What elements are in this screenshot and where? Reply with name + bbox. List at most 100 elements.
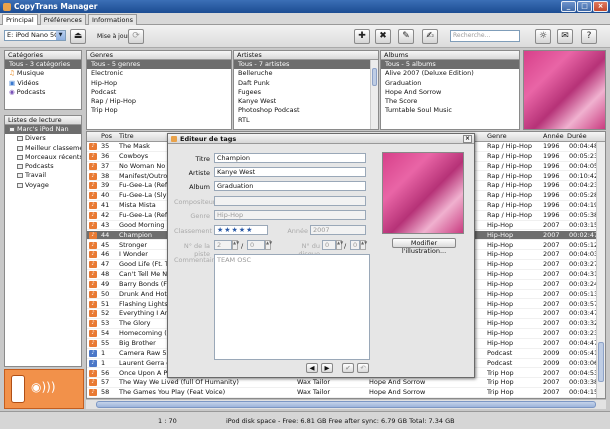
scroll-thumb[interactable] bbox=[598, 342, 604, 382]
notes-button[interactable]: ✍ bbox=[422, 29, 438, 44]
column-duration[interactable]: Durée bbox=[567, 132, 587, 141]
playlist-item[interactable]: Divers bbox=[5, 134, 81, 143]
track-number-field[interactable]: 2 bbox=[214, 240, 232, 250]
column-pos[interactable]: Pos bbox=[101, 132, 112, 141]
label-album: Album bbox=[189, 183, 210, 191]
composer-field[interactable] bbox=[214, 196, 366, 206]
category-all[interactable]: Tous - 3 catégories bbox=[5, 60, 81, 70]
eject-button[interactable]: ⏏ bbox=[70, 29, 86, 44]
track-total-stepper[interactable]: ▲▼ bbox=[265, 240, 272, 250]
track-year: 2007 bbox=[543, 378, 560, 387]
tab-preferences[interactable]: Préférences bbox=[39, 14, 86, 25]
disc-number-field[interactable]: 0 bbox=[322, 240, 336, 250]
table-row[interactable]: ♪ 57 The Way We Lived (full Of Humanity) Wa… bbox=[87, 378, 605, 389]
disk-space-info: iPod disk space - Free: 6.81 GB Free aft… bbox=[226, 417, 455, 425]
update-button[interactable]: ⟳ bbox=[128, 29, 144, 44]
album-item[interactable]: Alive 2007 (Deluxe Edition) bbox=[381, 69, 519, 78]
music-note-icon: ♫ bbox=[9, 69, 17, 78]
help-button[interactable]: ? bbox=[581, 29, 597, 44]
artist-item[interactable]: Kanye West bbox=[234, 97, 378, 106]
artist-item[interactable]: Fugees bbox=[234, 88, 378, 97]
genre-item[interactable]: Trip Hop bbox=[87, 106, 231, 115]
artist-item[interactable]: Daft Punk bbox=[234, 79, 378, 88]
track-pos: 42 bbox=[101, 210, 110, 219]
year-field[interactable]: 2007 bbox=[310, 225, 366, 235]
contact-button[interactable]: ✉ bbox=[557, 29, 573, 44]
track-genre: Rap / Hip-Hop bbox=[487, 191, 532, 200]
artist-field[interactable]: Kanye West bbox=[214, 167, 366, 177]
playlist-item[interactable]: Meilleur classement bbox=[5, 144, 81, 153]
playlist-root[interactable]: Marc's iPod Nan bbox=[5, 125, 81, 135]
playlist-item[interactable]: Morceaux récents bbox=[5, 153, 81, 162]
playlist-item[interactable]: Podcasts bbox=[5, 162, 81, 171]
track-title: Big Brother bbox=[119, 339, 156, 347]
track-year: 2007 bbox=[543, 270, 560, 279]
track-pos: 40 bbox=[101, 191, 110, 200]
playlist-item[interactable]: Travail bbox=[5, 171, 81, 180]
album-item[interactable]: Turntable Soul Music bbox=[381, 106, 519, 115]
track-type-icon: ♪ bbox=[89, 280, 97, 288]
column-year[interactable]: Année bbox=[543, 132, 564, 141]
edit-tags-button[interactable]: ✎ bbox=[398, 29, 414, 44]
artists-scrollbar[interactable] bbox=[370, 60, 378, 129]
playlist-item[interactable]: Voyage bbox=[5, 181, 81, 190]
edit-artwork-button[interactable]: Modifier l'illustration... bbox=[392, 238, 456, 255]
tracks-horizontal-scrollbar[interactable] bbox=[86, 399, 606, 409]
scroll-thumb[interactable] bbox=[372, 68, 377, 86]
album-field[interactable]: Graduation bbox=[214, 181, 366, 191]
column-genre[interactable]: Genre bbox=[487, 132, 507, 141]
album-item[interactable]: Graduation bbox=[381, 79, 519, 88]
category-videos[interactable]: ▣ Vidéos bbox=[5, 79, 81, 88]
delete-button[interactable]: ✖ bbox=[375, 29, 391, 44]
track-title: Cowboys bbox=[119, 151, 149, 160]
track-number-stepper[interactable]: ▲▼ bbox=[232, 240, 239, 250]
device-select[interactable]: E: iPod Nano 5G ▼ bbox=[4, 30, 66, 41]
genre-item[interactable]: Hip-Hop bbox=[87, 79, 231, 88]
genre-field[interactable]: Hip-Hop bbox=[214, 210, 366, 220]
add-files-button[interactable]: ✚ bbox=[354, 29, 370, 44]
artist-item[interactable]: Photoshop Podcast bbox=[234, 106, 378, 115]
track-total-field[interactable]: 0 bbox=[247, 240, 265, 250]
apply-button[interactable]: ✔ bbox=[342, 363, 354, 373]
close-button[interactable]: × bbox=[593, 1, 608, 12]
genre-all[interactable]: Tous - 5 genres bbox=[87, 60, 231, 70]
help-tips-button[interactable]: ☼ bbox=[535, 29, 551, 44]
disc-total-stepper[interactable]: ▲▼ bbox=[360, 240, 367, 250]
tab-principal[interactable]: Principal bbox=[2, 14, 38, 25]
albums-panel: Albums Tous - 5 albums Alive 2007 (Delux… bbox=[380, 50, 520, 130]
track-year: 2007 bbox=[543, 339, 560, 347]
tab-informations[interactable]: Informations bbox=[87, 14, 137, 25]
comments-textarea[interactable]: TEAM OSC bbox=[214, 254, 370, 360]
track-pos: 44 bbox=[101, 230, 110, 239]
scroll-thumb[interactable] bbox=[96, 401, 596, 408]
genre-item[interactable]: Electronic bbox=[87, 69, 231, 78]
track-genre: Hip-Hop bbox=[487, 250, 514, 259]
search-input[interactable]: Recherche... bbox=[450, 30, 520, 42]
next-track-button[interactable]: ▶ bbox=[321, 363, 333, 373]
artist-item[interactable]: Belleruche bbox=[234, 69, 378, 78]
table-row[interactable]: ♪ 58 The Games You Play (Feat Voice) Wax Ta… bbox=[87, 388, 605, 398]
column-title[interactable]: Titre bbox=[119, 132, 134, 141]
undo-button[interactable]: ↶ bbox=[357, 363, 369, 373]
dialog-close-button[interactable]: × bbox=[463, 135, 472, 143]
category-podcasts[interactable]: ◉ Podcasts bbox=[5, 88, 81, 97]
artist-all[interactable]: Tous - 7 artistes bbox=[234, 60, 378, 70]
genre-item[interactable]: Rap / Hip-Hop bbox=[87, 97, 231, 106]
disc-number-stepper[interactable]: ▲▼ bbox=[336, 240, 343, 250]
artist-item[interactable]: RTL bbox=[234, 116, 378, 125]
album-item[interactable]: Hope And Sorrow bbox=[381, 88, 519, 97]
track-pos: 45 bbox=[101, 240, 110, 249]
album-all[interactable]: Tous - 5 albums bbox=[381, 60, 519, 70]
disc-total-field[interactable]: 0 bbox=[350, 240, 360, 250]
category-music[interactable]: ♫ Musique bbox=[5, 69, 81, 78]
tracks-scrollbar[interactable] bbox=[596, 142, 605, 398]
album-item[interactable]: The Score bbox=[381, 97, 519, 106]
label-comments: Commentaires bbox=[174, 256, 222, 264]
previous-track-button[interactable]: ◀ bbox=[306, 363, 318, 373]
maximize-button[interactable]: □ bbox=[577, 1, 592, 12]
rating-stars[interactable]: ★★★★★ bbox=[214, 225, 268, 235]
genre-item[interactable]: Podcast bbox=[87, 88, 231, 97]
title-field[interactable]: Champion bbox=[214, 153, 366, 163]
track-genre: Hip-Hop bbox=[487, 260, 514, 269]
minimize-button[interactable]: _ bbox=[561, 1, 576, 12]
